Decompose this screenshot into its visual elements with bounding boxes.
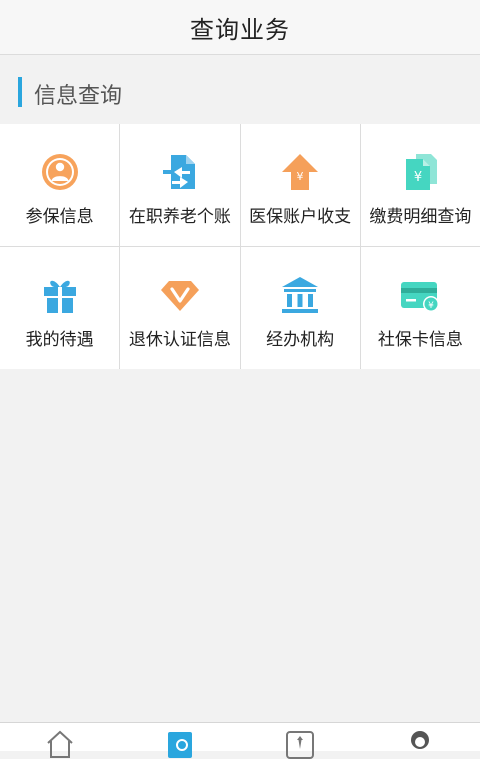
yuan-upload-icon: ¥	[280, 152, 320, 192]
tile-pension-account[interactable]: 在职养老个账	[120, 124, 240, 246]
user-circle-icon	[40, 152, 80, 192]
tile-label: 社保卡信息	[377, 330, 463, 350]
diamond-v-icon	[160, 275, 200, 315]
tile-label: 参保信息	[25, 207, 94, 227]
bank-card-icon: ¥	[400, 275, 440, 315]
tile-my-benefits[interactable]: 我的待遇	[0, 247, 120, 369]
tab-home[interactable]	[0, 723, 120, 758]
query-icon	[168, 732, 192, 758]
bottom-tab-bar	[0, 722, 480, 759]
tile-insurance-info[interactable]: 参保信息	[0, 124, 120, 246]
yuan-document-icon: ¥	[400, 152, 440, 192]
svg-text:¥: ¥	[429, 301, 435, 311]
section-title: 信息查询	[34, 84, 123, 109]
tile-retirement-certification[interactable]: 退休认证信息	[120, 247, 240, 369]
section-header: 信息查询	[0, 55, 480, 125]
svg-text:¥: ¥	[297, 170, 304, 183]
tab-query[interactable]	[120, 723, 240, 758]
tile-agency[interactable]: 经办机构	[240, 247, 360, 369]
tile-label: 在职养老个账	[128, 207, 231, 227]
tile-payment-details[interactable]: ¥ 缴费明细查询	[360, 124, 480, 246]
home-icon	[47, 730, 73, 758]
tile-label: 缴费明细查询	[369, 207, 472, 227]
tab-agency[interactable]	[240, 723, 360, 759]
profile-icon	[411, 731, 429, 749]
service-grid: 参保信息 在职养老个账 ¥ 医保账户收支 ¥ 缴费明细查询 我的待遇 退休认证信…	[0, 124, 480, 369]
bank-building-icon	[280, 275, 320, 315]
app-header: 查询业务	[0, 0, 480, 55]
agency-icon	[286, 731, 314, 759]
tile-label: 退休认证信息	[128, 330, 231, 350]
tile-label: 我的待遇	[25, 330, 94, 350]
tab-profile[interactable]	[360, 723, 480, 751]
tile-social-security-card[interactable]: ¥ 社保卡信息	[360, 247, 480, 369]
svg-text:¥: ¥	[414, 170, 422, 185]
gift-icon	[40, 275, 80, 315]
tile-label: 医保账户收支	[249, 207, 352, 227]
tile-medical-account[interactable]: ¥ 医保账户收支	[240, 124, 360, 246]
section-accent-bar	[18, 77, 22, 107]
page-title: 查询业务	[190, 15, 290, 44]
transfer-doc-icon	[160, 152, 200, 192]
tile-label: 经办机构	[266, 330, 335, 350]
